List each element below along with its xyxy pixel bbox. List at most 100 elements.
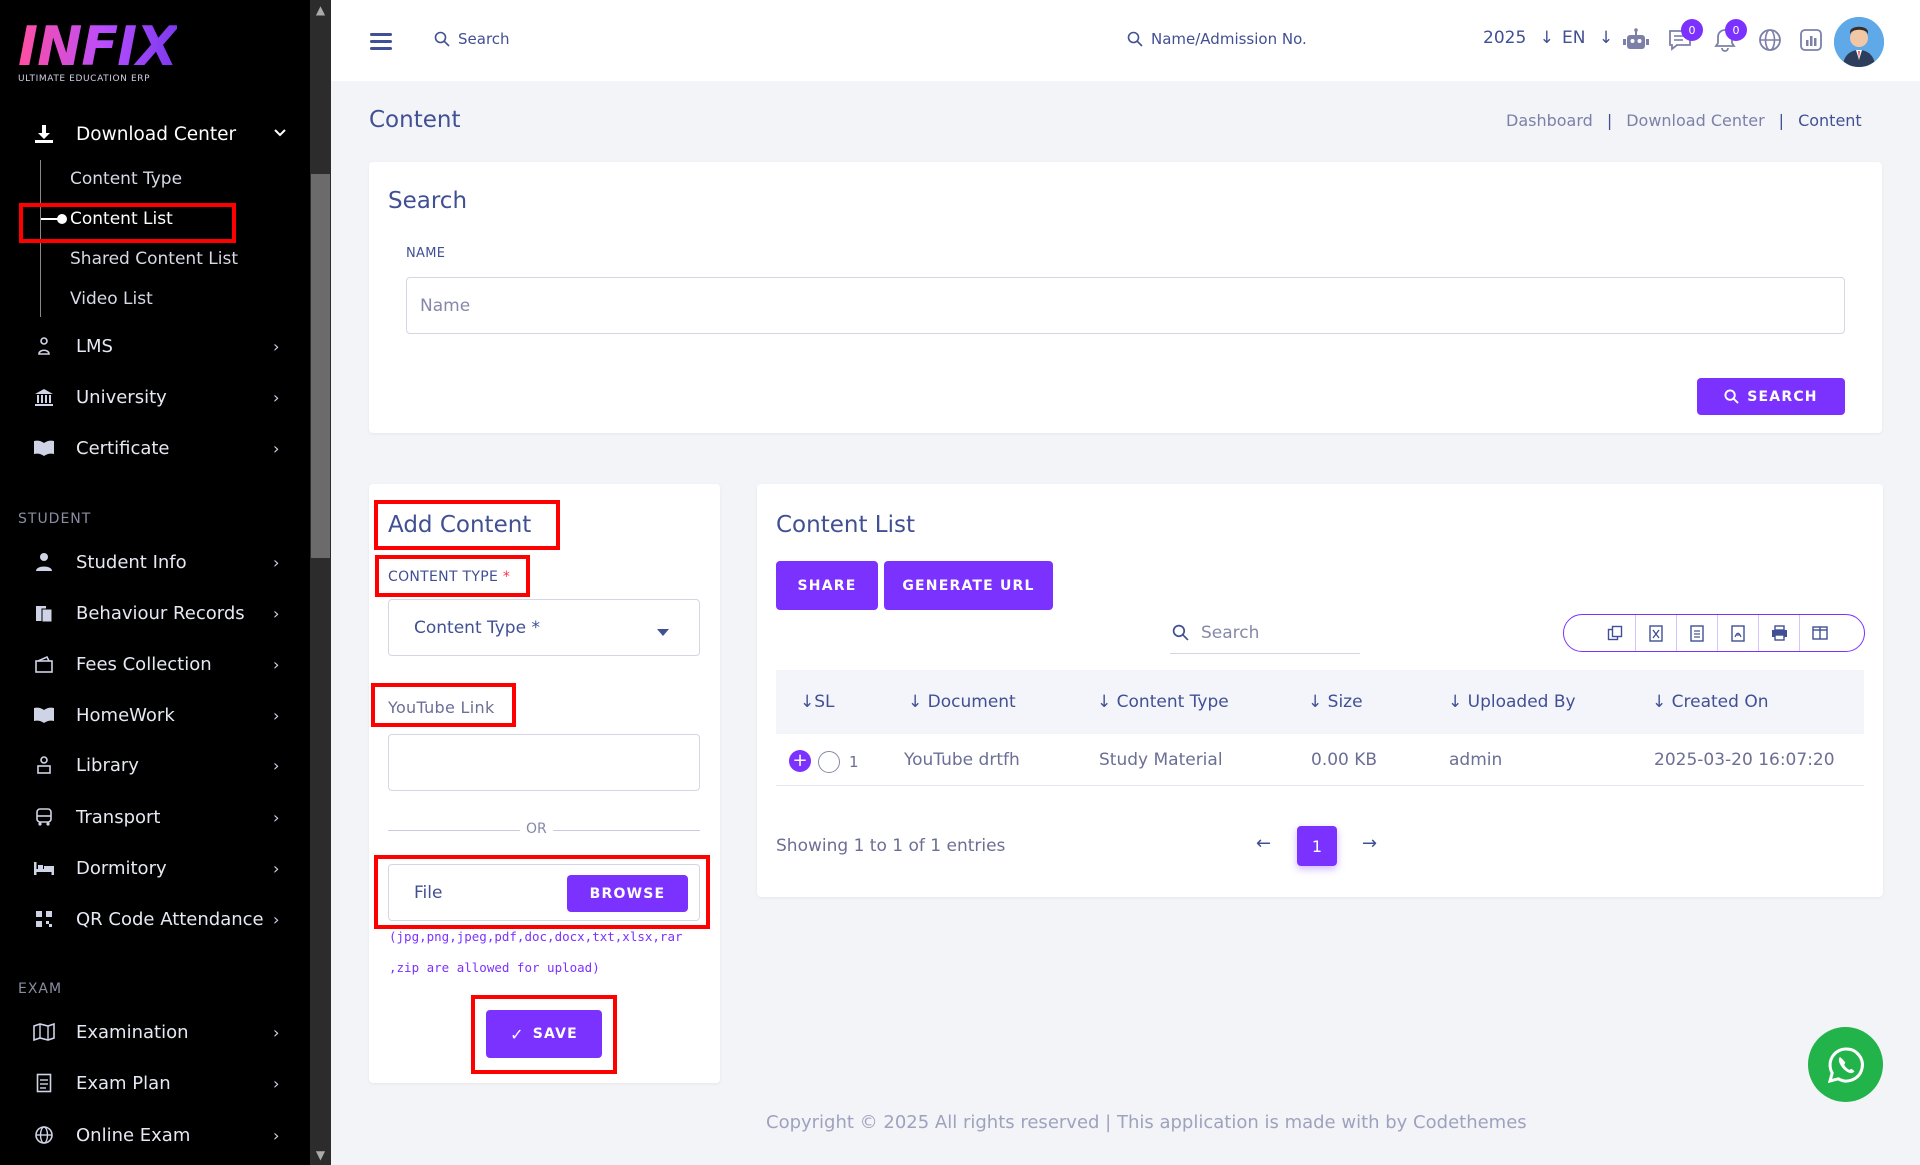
column-header-sl[interactable]: ↓SL (800, 692, 835, 712)
breadcrumb-download-center[interactable]: Download Center (1626, 111, 1764, 130)
sidebar-item-homework[interactable]: HomeWork › (0, 691, 305, 739)
cell-created-on: 2025-03-20 16:07:20 (1654, 750, 1835, 770)
prev-page-arrow-icon[interactable]: ← (1256, 833, 1271, 854)
topbar-search-label: Search (458, 30, 510, 48)
bus-icon (32, 805, 56, 829)
pdf-icon[interactable] (1717, 615, 1758, 651)
bell-icon[interactable]: 0 (1711, 19, 1747, 54)
generate-url-button-label: GENERATE URL (902, 577, 1035, 594)
sidebar-item-label: Fees Collection (76, 653, 212, 675)
sidebar-subitem-content-list[interactable]: Content List (70, 209, 173, 229)
sort-arrow-icon: ↓ (800, 692, 815, 712)
robot-icon[interactable] (1622, 26, 1650, 54)
chevron-right-icon: › (273, 705, 280, 725)
admission-search-label: Name/Admission No. (1151, 30, 1307, 48)
columns-icon[interactable] (1799, 615, 1840, 651)
sidebar-item-label: Exam Plan (76, 1072, 171, 1094)
excel-icon[interactable] (1635, 615, 1676, 651)
sort-arrow-icon: ↓ (908, 692, 928, 712)
chevron-right-icon: › (273, 603, 280, 623)
chart-icon[interactable] (1797, 26, 1825, 54)
share-button[interactable]: SHARE (776, 561, 878, 610)
breadcrumb-dashboard[interactable]: Dashboard (1506, 111, 1593, 130)
sidebar-item-label: HomeWork (76, 704, 175, 726)
sidebar-item-library[interactable]: Library › (0, 741, 305, 789)
allowed-types-line2: ,zip are allowed for upload) (389, 960, 600, 975)
sidebar-item-dormitory[interactable]: Dormitory › (0, 844, 305, 892)
topbar: Search Name/Admission No. 2025 ↓ EN ↓ 0 … (331, 0, 1920, 81)
content-type-select[interactable]: Content Type * (388, 599, 700, 656)
language-selector[interactable]: EN ↓ (1562, 28, 1613, 48)
chevron-right-icon: › (273, 1125, 280, 1145)
sidebar-item-university[interactable]: University › (0, 373, 305, 421)
name-input[interactable]: Name (406, 277, 1845, 334)
cell-sl: 1 (849, 753, 859, 771)
topbar-search[interactable]: Search (434, 30, 510, 48)
page-title: Content (369, 107, 461, 133)
sidebar-item-online-exam[interactable]: Online Exam › (0, 1111, 305, 1159)
sidebar-item-certificate[interactable]: Certificate › (0, 424, 305, 472)
sidebar-subitem-video-list[interactable]: Video List (70, 289, 153, 309)
map-icon (32, 1020, 56, 1044)
sidebar-item-qr-code-attendance[interactable]: QR Code Attendance › (0, 895, 305, 943)
browse-button[interactable]: BROWSE (567, 875, 688, 912)
sidebar-item-fees-collection[interactable]: Fees Collection › (0, 640, 305, 688)
csv-icon[interactable] (1676, 615, 1717, 651)
sidebar-item-lms[interactable]: LMS › (0, 322, 305, 370)
year-selector[interactable]: 2025 ↓ (1483, 28, 1554, 48)
sidebar-scrollbar-thumb[interactable] (311, 174, 330, 558)
sidebar-subitem-shared-content-list[interactable]: Shared Content List (70, 249, 238, 269)
whatsapp-button[interactable] (1808, 1027, 1883, 1102)
chevron-right-icon: › (273, 654, 280, 674)
content-list-title: Content List (776, 512, 915, 538)
sidebar-subitem-content-type[interactable]: Content Type (70, 169, 182, 189)
column-header-uploaded-by[interactable]: ↓ Uploaded By (1448, 692, 1576, 712)
search-icon (434, 31, 450, 47)
book-icon (32, 703, 56, 727)
expand-row-icon[interactable]: + (789, 750, 811, 772)
sidebar-item-label: Library (76, 754, 139, 776)
generate-url-button[interactable]: GENERATE URL (884, 561, 1053, 610)
logo[interactable]: INFIX ULTIMATE EDUCATION ERP (18, 20, 178, 85)
column-header-label: Created On (1671, 692, 1769, 712)
print-icon[interactable] (1758, 615, 1799, 651)
column-header-label: Uploaded By (1467, 692, 1576, 712)
arrow-down-icon: ↓ (1539, 28, 1554, 48)
user-avatar[interactable] (1834, 17, 1884, 67)
sidebar-item-exam-plan[interactable]: Exam Plan › (0, 1059, 305, 1107)
chevron-right-icon: › (273, 807, 280, 827)
name-label: NAME (406, 246, 446, 261)
scroll-down-arrow-icon[interactable]: ▼ (311, 1147, 330, 1163)
globe-icon[interactable] (1756, 26, 1784, 54)
breadcrumb-content: Content (1798, 111, 1862, 130)
column-header-label: Content Type (1116, 692, 1229, 712)
column-header-created-on[interactable]: ↓ Created On (1652, 692, 1769, 712)
breadcrumb-separator: | (1606, 111, 1613, 130)
table-search-input[interactable]: Search (1170, 612, 1360, 654)
sidebar-item-download-center[interactable]: Download Center (0, 110, 305, 158)
scroll-up-arrow-icon[interactable]: ▲ (311, 2, 330, 18)
bank-icon (32, 385, 56, 409)
hamburger-menu-icon[interactable] (370, 33, 392, 50)
arrow-down-icon: ↓ (1598, 28, 1614, 48)
sidebar-item-examination[interactable]: Examination › (0, 1008, 305, 1056)
chat-icon[interactable]: 0 (1667, 19, 1703, 54)
sidebar-item-transport[interactable]: Transport › (0, 793, 305, 841)
page-button-1[interactable]: 1 (1297, 826, 1337, 866)
whatsapp-icon (1827, 1046, 1864, 1083)
row-select-radio[interactable] (818, 751, 840, 773)
next-page-arrow-icon[interactable]: → (1362, 833, 1377, 854)
copy-icon[interactable] (1594, 615, 1635, 651)
caret-down-icon (657, 622, 669, 642)
youtube-link-input[interactable] (388, 734, 700, 791)
sidebar-item-student-info[interactable]: Student Info › (0, 538, 305, 586)
section-label-exam: EXAM (18, 981, 63, 997)
browse-button-label: BROWSE (589, 885, 666, 902)
column-header-size[interactable]: ↓ Size (1308, 692, 1363, 712)
column-header-document[interactable]: ↓ Document (908, 692, 1016, 712)
admission-search[interactable]: Name/Admission No. (1127, 30, 1307, 48)
search-button[interactable]: SEARCH (1697, 378, 1845, 415)
sidebar-item-behaviour-records[interactable]: Behaviour Records › (0, 589, 305, 637)
column-header-content-type[interactable]: ↓ Content Type (1097, 692, 1229, 712)
save-button[interactable]: ✓ SAVE (486, 1010, 602, 1058)
